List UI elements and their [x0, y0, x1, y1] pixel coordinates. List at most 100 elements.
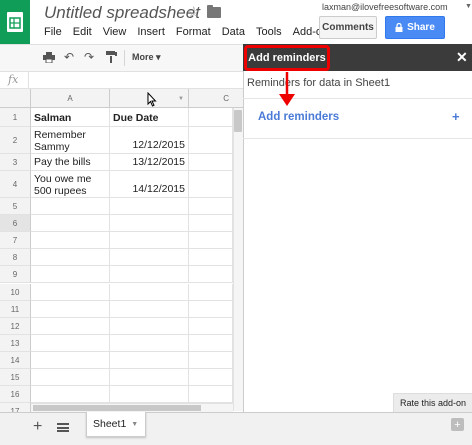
cell-c1[interactable]	[189, 108, 233, 127]
row-header[interactable]: 6	[0, 215, 31, 232]
menu-data[interactable]: Data	[222, 26, 245, 38]
row-header[interactable]: 7	[0, 232, 31, 249]
menu-file[interactable]: File	[44, 26, 62, 38]
column-header-a[interactable]: A	[31, 89, 110, 108]
cell-b9[interactable]	[110, 266, 189, 283]
folder-icon[interactable]	[207, 5, 221, 18]
cell-a2[interactable]: Remember Sammy Jankis?	[31, 127, 110, 154]
cell-b6[interactable]	[110, 215, 189, 232]
cell-a3[interactable]: Pay the bills	[31, 154, 110, 171]
star-icon[interactable]: ☆	[187, 3, 200, 21]
column-header-c[interactable]: C	[189, 89, 233, 108]
cell-a12[interactable]	[31, 318, 110, 335]
row-header[interactable]: 16	[0, 386, 31, 403]
menu-format[interactable]: Format	[176, 26, 211, 38]
cell-c13[interactable]	[189, 335, 233, 352]
add-sheet-icon[interactable]: +	[33, 418, 42, 436]
cell-b10[interactable]	[110, 284, 189, 301]
cell-a16[interactable]	[31, 386, 110, 403]
vertical-scroll-thumb[interactable]	[234, 110, 242, 132]
add-reminders-link[interactable]: Add reminders	[258, 111, 339, 123]
row-header[interactable]: 5	[0, 198, 31, 215]
row-header[interactable]: 2	[0, 127, 31, 154]
cell-b11[interactable]	[110, 301, 189, 318]
row-header[interactable]: 14	[0, 352, 31, 369]
cell-a6[interactable]	[31, 215, 110, 232]
cell-b8[interactable]	[110, 249, 189, 266]
cell-b1[interactable]: Due Date	[110, 108, 189, 127]
paint-format-icon[interactable]	[104, 50, 118, 64]
cell-c6[interactable]	[189, 215, 233, 232]
document-title[interactable]: Untitled spreadsheet	[44, 3, 200, 23]
cell-c8[interactable]	[189, 249, 233, 266]
cell-a14[interactable]	[31, 352, 110, 369]
column-menu-icon[interactable]: ▼	[178, 96, 184, 102]
cell-a15[interactable]	[31, 369, 110, 386]
redo-icon[interactable]: ↷	[82, 50, 96, 64]
cell-c4[interactable]	[189, 171, 233, 198]
cell-b16[interactable]	[110, 386, 189, 403]
user-email[interactable]: laxman@ilovefreesoftware.com	[322, 2, 448, 12]
share-button[interactable]: Share	[385, 16, 445, 39]
cell-c10[interactable]	[189, 284, 233, 301]
cell-a9[interactable]	[31, 266, 110, 283]
row-header[interactable]: 11	[0, 301, 31, 318]
cell-c5[interactable]	[189, 198, 233, 215]
print-icon[interactable]	[42, 50, 56, 64]
row-header[interactable]: 13	[0, 335, 31, 352]
cell-b15[interactable]	[110, 369, 189, 386]
cell-c15[interactable]	[189, 369, 233, 386]
close-icon[interactable]: ✕	[456, 49, 468, 66]
cell-b3[interactable]: 13/12/2015	[110, 154, 189, 171]
cell-c3[interactable]	[189, 154, 233, 171]
explore-icon[interactable]: +	[451, 418, 464, 431]
row-header[interactable]: 15	[0, 369, 31, 386]
cell-c12[interactable]	[189, 318, 233, 335]
cell-a10[interactable]	[31, 284, 110, 301]
cell-a11[interactable]	[31, 301, 110, 318]
vertical-scrollbar[interactable]	[233, 108, 243, 411]
cell-c7[interactable]	[189, 232, 233, 249]
row-header[interactable]: 10	[0, 284, 31, 301]
menu-edit[interactable]: Edit	[73, 26, 92, 38]
cell-a1[interactable]: Salman	[31, 108, 110, 127]
row-header[interactable]: 8	[0, 249, 31, 266]
row-header[interactable]: 12	[0, 318, 31, 335]
cell-a8[interactable]	[31, 249, 110, 266]
cell-a7[interactable]	[31, 232, 110, 249]
row-header[interactable]: 1	[0, 108, 31, 127]
cell-b13[interactable]	[110, 335, 189, 352]
comments-button[interactable]: Comments	[319, 16, 377, 39]
cell-b2[interactable]: 12/12/2015	[110, 127, 189, 154]
select-all-corner[interactable]	[0, 89, 31, 108]
more-button[interactable]: More ▾	[132, 52, 161, 63]
cell-b14[interactable]	[110, 352, 189, 369]
sheet-list-icon[interactable]	[57, 423, 69, 432]
cell-b5[interactable]	[110, 198, 189, 215]
row-header[interactable]: 9	[0, 266, 31, 283]
cell-c2[interactable]	[189, 127, 233, 154]
cell-c11[interactable]	[189, 301, 233, 318]
menu-insert[interactable]: Insert	[137, 26, 165, 38]
cell-b7[interactable]	[110, 232, 189, 249]
add-reminder-plus-icon[interactable]: +	[452, 109, 460, 124]
cell-a4[interactable]: You owe me 500 rupees	[31, 171, 110, 198]
cell-b4[interactable]: 14/12/2015	[110, 171, 189, 198]
menu-tools[interactable]: Tools	[256, 26, 282, 38]
row-header[interactable]: 4	[0, 171, 31, 198]
sheet-tab-sheet1[interactable]: Sheet1 ▼	[86, 412, 146, 437]
row-header[interactable]: 3	[0, 154, 31, 171]
cell-b12[interactable]	[110, 318, 189, 335]
undo-icon[interactable]: ↶	[62, 50, 76, 64]
menu-view[interactable]: View	[103, 26, 127, 38]
chevron-down-icon[interactable]: ▼	[465, 3, 472, 10]
cell-c14[interactable]	[189, 352, 233, 369]
rate-addon-button[interactable]: Rate this add-on	[393, 393, 472, 412]
cell-c16[interactable]	[189, 386, 233, 403]
cell-a13[interactable]	[31, 335, 110, 352]
cell-a5[interactable]	[31, 198, 110, 215]
horizontal-scroll-thumb[interactable]	[33, 405, 201, 411]
formula-bar[interactable]	[0, 72, 243, 89]
sheets-logo-icon[interactable]	[0, 0, 30, 44]
chevron-down-icon[interactable]: ▼	[131, 421, 138, 428]
